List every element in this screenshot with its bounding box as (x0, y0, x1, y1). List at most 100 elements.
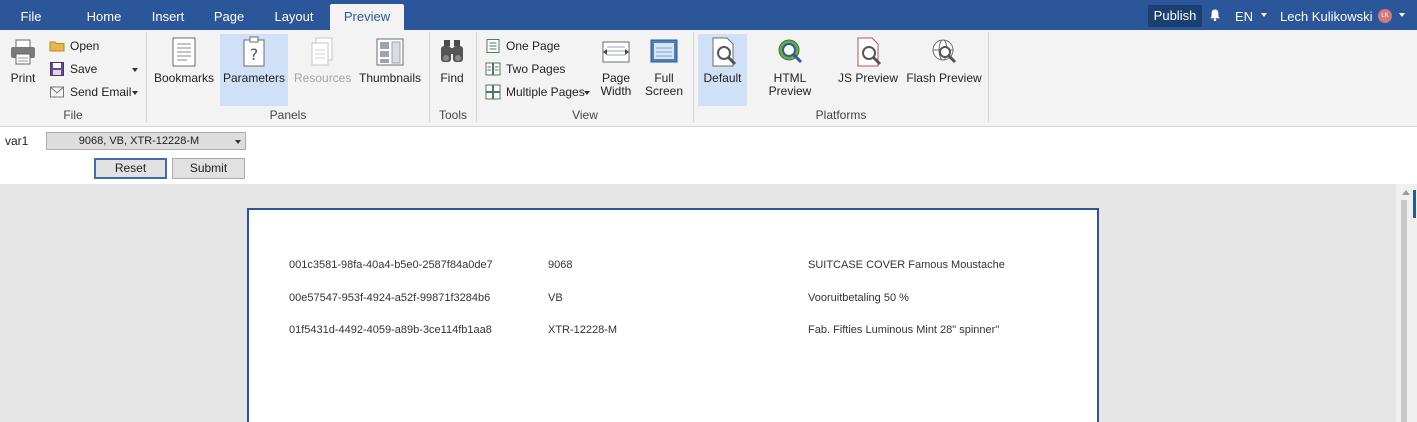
thumbnails-button[interactable]: Thumbnails (358, 34, 422, 106)
chevron-down-icon[interactable] (132, 91, 138, 95)
submit-button[interactable]: Submit (172, 158, 245, 179)
row2-id: 00e57547-953f-4924-a52f-99871f3284b6 (289, 292, 491, 304)
binoculars-icon (441, 40, 463, 62)
avatar[interactable]: LK (1378, 9, 1392, 23)
resources-button[interactable]: Resources (294, 34, 352, 106)
chevron-down-icon[interactable] (1261, 13, 1267, 17)
chevron-down-icon[interactable] (235, 140, 241, 144)
chevron-down-icon[interactable] (132, 68, 138, 72)
full-screen-label-line2: Screen (644, 84, 684, 98)
row1-description: SUITCASE COVER Famous Moustache (808, 259, 1005, 271)
find-button[interactable]: Find (434, 34, 470, 106)
one-page-label: One Page (506, 39, 561, 53)
js-preview-icon (857, 37, 882, 67)
reset-button[interactable]: Reset (94, 158, 167, 179)
flash-preview-label: Flash Preview (906, 71, 982, 85)
scrollbar-thumb[interactable] (1401, 200, 1407, 422)
resources-label: Resources (294, 71, 352, 85)
send-email-button[interactable]: Send Email (49, 82, 139, 102)
row1-id: 001c3581-98fa-40a4-b5e0-2587f84a0de7 (289, 259, 493, 271)
row2-description: Vooruitbetaling 50 % (808, 292, 909, 304)
tab-file[interactable]: File (0, 0, 62, 30)
row1-code: 9068 (548, 259, 573, 271)
save-button[interactable]: Save (49, 59, 139, 79)
folder-icon (49, 41, 65, 52)
bookmarks-button[interactable]: Bookmarks (154, 34, 214, 106)
email-icon (50, 86, 64, 98)
tab-layout[interactable]: Layout (265, 0, 323, 30)
thumbnails-icon (376, 38, 404, 66)
flash-preview-icon (932, 39, 957, 64)
tab-insert[interactable]: Insert (142, 0, 194, 30)
var1-select[interactable]: 9068, VB, XTR-12228-M (46, 132, 246, 150)
html-preview-label: HTML Preview (768, 71, 812, 98)
tab-home[interactable]: Home (76, 0, 132, 30)
vertical-scrollbar[interactable] (1396, 184, 1417, 422)
chevron-down-icon[interactable] (1399, 13, 1405, 17)
print-label: Print (10, 71, 36, 85)
bell-icon[interactable] (1208, 8, 1222, 22)
default-preview-icon (712, 37, 736, 67)
js-preview-label: JS Preview (837, 71, 899, 85)
resources-icon (311, 37, 333, 66)
group-label-tools: Tools (438, 108, 467, 122)
full-screen-icon (650, 39, 678, 63)
parameters-label: Parameters (222, 71, 286, 85)
var1-label: var1 (5, 134, 29, 148)
language-selector[interactable]: EN (1235, 0, 1253, 30)
page-width-button[interactable]: Page Width (596, 34, 636, 106)
find-label: Find (440, 71, 464, 85)
group-divider (988, 32, 989, 122)
two-pages-icon (485, 62, 501, 76)
open-button[interactable]: Open (49, 36, 119, 56)
send-email-label: Send Email (70, 85, 132, 99)
row3-description: Fab. Fifties Luminous Mint 28" spinner" (808, 324, 1000, 336)
scroll-up-arrow-icon[interactable] (1402, 190, 1410, 195)
edge-indicator (1413, 190, 1416, 218)
tab-page[interactable]: Page (205, 0, 253, 30)
publish-button[interactable]: Publish (1148, 5, 1202, 27)
default-platform-button[interactable]: Default (698, 34, 747, 106)
var1-select-value: 9068, VB, XTR-12228-M (78, 135, 200, 147)
one-page-icon (486, 39, 500, 53)
multiple-pages-button[interactable]: Multiple Pages (485, 82, 591, 102)
bookmarks-icon (172, 37, 196, 67)
thumbnails-label: Thumbnails (358, 71, 422, 85)
html-preview-button[interactable]: HTML Preview (752, 34, 828, 106)
row2-code: VB (548, 292, 563, 304)
group-label-panels: Panels (269, 108, 307, 122)
html-preview-icon (778, 39, 803, 64)
page-width-icon (602, 41, 630, 63)
tab-preview[interactable]: Preview (330, 4, 404, 30)
default-label: Default (703, 71, 742, 85)
chevron-down-icon[interactable] (584, 91, 590, 95)
one-page-button[interactable]: One Page (485, 36, 565, 56)
two-pages-button[interactable]: Two Pages (485, 59, 565, 79)
report-page: 001c3581-98fa-40a4-b5e0-2587f84a0de7 906… (247, 208, 1099, 422)
group-label-file: File (63, 108, 83, 122)
page-width-label: Page Width (596, 72, 636, 98)
page-width-label-line2: Width (600, 84, 632, 98)
multiple-pages-icon (485, 84, 501, 100)
flash-preview-button[interactable]: Flash Preview (906, 34, 982, 106)
full-screen-button[interactable]: Full Screen (643, 34, 685, 106)
print-button[interactable]: Print (4, 34, 42, 106)
js-preview-button[interactable]: JS Preview (836, 34, 900, 106)
menu-bar: File Home Insert Page Layout Preview Pub… (0, 0, 1417, 30)
row3-id: 01f5431d-4492-4059-a89b-3ce114fb1aa8 (289, 324, 492, 336)
row3-code: XTR-12228-M (548, 324, 618, 336)
group-label-view: View (572, 108, 598, 122)
save-label: Save (70, 62, 98, 76)
bookmarks-label: Bookmarks (154, 71, 215, 85)
multiple-pages-label: Multiple Pages (506, 85, 585, 99)
parameters-icon: ? (243, 36, 265, 67)
ribbon: Print Open Save Send Email File Bookmark… (0, 30, 1417, 127)
floppy-disk-icon (50, 62, 64, 76)
svg-text:?: ? (250, 45, 259, 64)
two-pages-label: Two Pages (506, 62, 566, 76)
group-label-platforms: Platforms (815, 108, 867, 122)
open-label: Open (70, 39, 100, 53)
parameters-button[interactable]: ? Parameters (220, 34, 288, 106)
user-name[interactable]: Lech Kulikowski (1280, 0, 1373, 30)
printer-icon (11, 39, 35, 65)
